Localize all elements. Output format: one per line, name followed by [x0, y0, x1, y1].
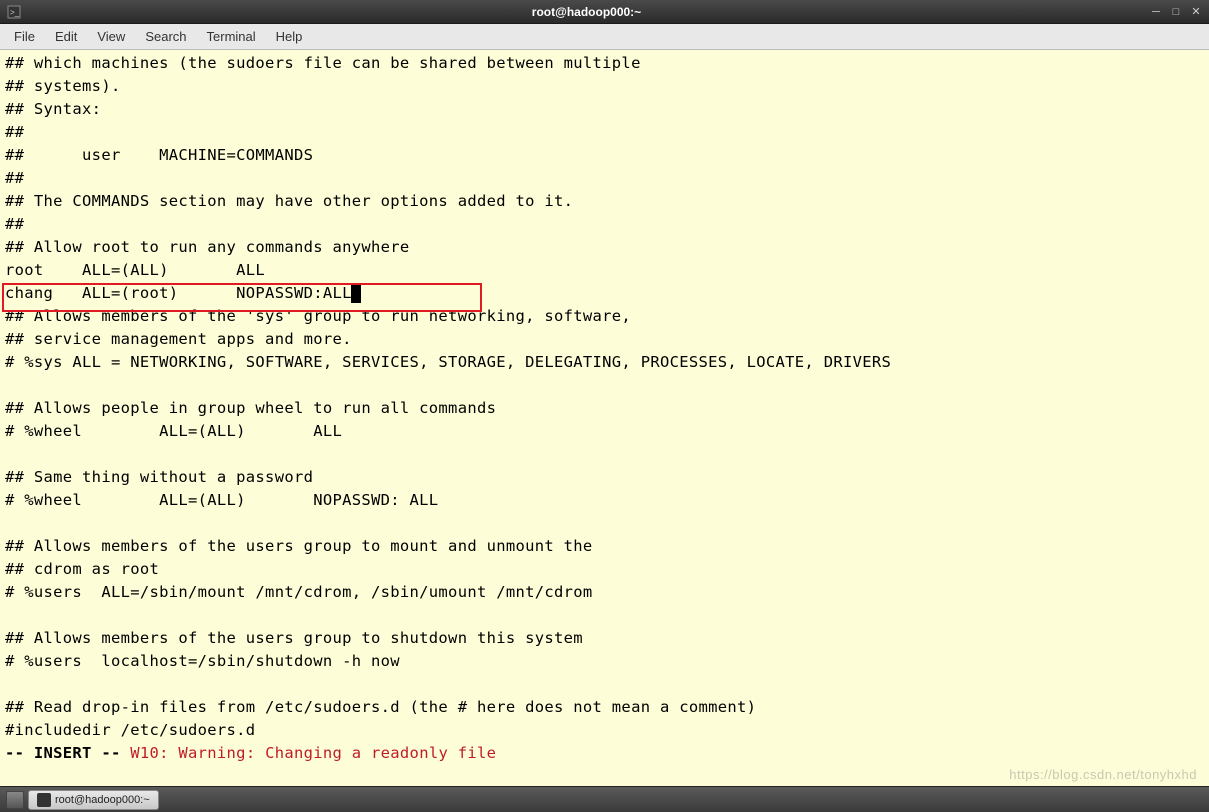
terminal-line: ## Allow root to run any commands anywhe… — [5, 238, 410, 256]
terminal-line: chang ALL=(root) NOPASSWD:ALL — [5, 284, 352, 302]
window-title: root@hadoop000:~ — [28, 5, 1145, 19]
menubar: File Edit View Search Terminal Help — [0, 24, 1209, 50]
window-app-icon: >_ — [6, 4, 22, 20]
menu-help[interactable]: Help — [266, 25, 313, 48]
taskbar-window-button[interactable]: root@hadoop000:~ — [28, 790, 159, 810]
text-cursor — [351, 285, 361, 303]
terminal-line: ## user MACHINE=COMMANDS — [5, 146, 313, 164]
terminal-line: # %wheel ALL=(ALL) ALL — [5, 422, 342, 440]
terminal-line: ## — [5, 123, 24, 141]
terminal-line: ## Allows people in group wheel to run a… — [5, 399, 496, 417]
window-controls: ─ □ ✕ — [1145, 4, 1205, 20]
terminal-line: ## systems). — [5, 77, 121, 95]
terminal-line: ## Same thing without a password — [5, 468, 313, 486]
terminal-area[interactable]: ## which machines (the sudoers file can … — [0, 50, 1209, 786]
taskbar: root@hadoop000:~ — [0, 786, 1209, 812]
terminal-line: #includedir /etc/sudoers.d — [5, 721, 255, 739]
menu-search[interactable]: Search — [135, 25, 196, 48]
svg-text:>_: >_ — [10, 8, 20, 17]
terminal-line: # %wheel ALL=(ALL) NOPASSWD: ALL — [5, 491, 438, 509]
terminal-line: ## Syntax: — [5, 100, 101, 118]
terminal-line: ## Allows members of the 'sys' group to … — [5, 307, 631, 325]
terminal-line: # %users ALL=/sbin/mount /mnt/cdrom, /sb… — [5, 583, 593, 601]
terminal-icon — [37, 793, 51, 807]
vim-mode: -- INSERT -- — [5, 744, 121, 762]
vim-warning: W10: Warning: Changing a readonly file — [130, 744, 496, 762]
terminal-line: # %sys ALL = NETWORKING, SOFTWARE, SERVI… — [5, 353, 891, 371]
terminal-line: ## cdrom as root — [5, 560, 159, 578]
show-desktop-button[interactable] — [6, 791, 24, 809]
terminal-line: ## — [5, 169, 24, 187]
terminal-line: ## service management apps and more. — [5, 330, 352, 348]
window-titlebar: >_ root@hadoop000:~ ─ □ ✕ — [0, 0, 1209, 24]
menu-view[interactable]: View — [87, 25, 135, 48]
terminal-line: ## Allows members of the users group to … — [5, 537, 593, 555]
terminal-line: # %users localhost=/sbin/shutdown -h now — [5, 652, 400, 670]
minimize-button[interactable]: ─ — [1147, 4, 1165, 20]
terminal-line: ## Read drop-in files from /etc/sudoers.… — [5, 698, 756, 716]
terminal-line: ## Allows members of the users group to … — [5, 629, 583, 647]
maximize-button[interactable]: □ — [1167, 4, 1185, 20]
terminal-line: ## which machines (the sudoers file can … — [5, 54, 641, 72]
close-button[interactable]: ✕ — [1187, 4, 1205, 20]
menu-file[interactable]: File — [4, 25, 45, 48]
watermark-text: https://blog.csdn.net/tonyhxhd — [1009, 767, 1197, 782]
menu-edit[interactable]: Edit — [45, 25, 87, 48]
terminal-line: root ALL=(ALL) ALL — [5, 261, 265, 279]
menu-terminal[interactable]: Terminal — [197, 25, 266, 48]
taskbar-button-label: root@hadoop000:~ — [55, 794, 150, 806]
terminal-line: ## The COMMANDS section may have other o… — [5, 192, 573, 210]
terminal-line: ## — [5, 215, 24, 233]
